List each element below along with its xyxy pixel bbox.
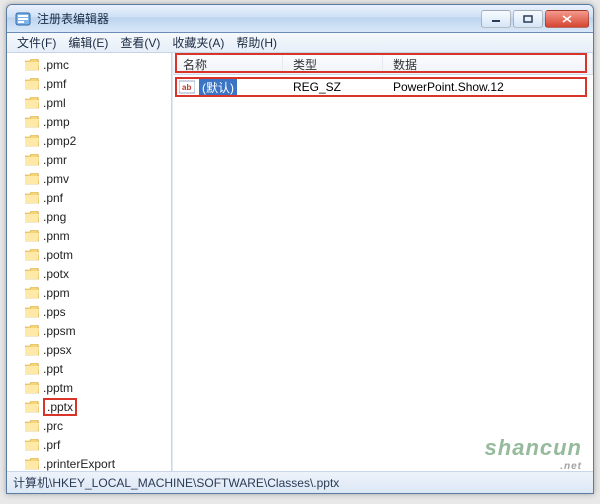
tree-item-pml[interactable]: .pml <box>11 93 171 112</box>
folder-icon <box>25 382 39 394</box>
folder-icon <box>25 287 39 299</box>
folder-icon <box>25 78 39 90</box>
tree-item-pptx[interactable]: .pptx <box>11 397 171 416</box>
folder-icon <box>25 401 39 413</box>
folder-icon <box>25 306 39 318</box>
value-data: PowerPoint.Show.12 <box>383 80 593 94</box>
tree-item-label: .pmv <box>43 172 69 186</box>
col-data[interactable]: 数据 <box>383 53 593 74</box>
tree-item-label: .potm <box>43 248 73 262</box>
folder-icon <box>25 211 39 223</box>
tree-item-pmp[interactable]: .pmp <box>11 112 171 131</box>
tree-item-pmc[interactable]: .pmc <box>11 55 171 74</box>
tree-item-pmr[interactable]: .pmr <box>11 150 171 169</box>
folder-icon <box>25 173 39 185</box>
registry-editor-window: 注册表编辑器 文件(F) 编辑(E) 查看(V) 收藏夹(A) 帮助(H) .p… <box>6 4 594 494</box>
menu-file[interactable]: 文件(F) <box>11 33 62 52</box>
maximize-button[interactable] <box>513 10 543 28</box>
tree-item-prc[interactable]: .prc <box>11 416 171 435</box>
tree-item-label: .printerExport <box>43 457 115 471</box>
folder-icon <box>25 344 39 356</box>
statusbar: 计算机\HKEY_LOCAL_MACHINE\SOFTWARE\Classes\… <box>7 471 593 493</box>
tree-item-label: .pmc <box>43 58 69 72</box>
folder-icon <box>25 154 39 166</box>
folder-icon <box>25 439 39 451</box>
tree-item-pmf[interactable]: .pmf <box>11 74 171 93</box>
tree-item-label: .pmf <box>43 77 66 91</box>
col-type[interactable]: 类型 <box>283 53 383 74</box>
value-type: REG_SZ <box>283 80 383 94</box>
folder-icon <box>25 268 39 280</box>
tree-item-png[interactable]: .png <box>11 207 171 226</box>
tree-item-label: .pnm <box>43 229 70 243</box>
tree-item-label: .pmp2 <box>43 134 76 148</box>
close-button[interactable] <box>545 10 589 28</box>
menu-help[interactable]: 帮助(H) <box>230 33 283 52</box>
folder-icon <box>25 249 39 261</box>
tree-item-label: .ppt <box>43 362 63 376</box>
tree-item-label: .png <box>43 210 66 224</box>
key-tree[interactable]: .pmc .pmf .pml .pmp .pmp2 .pmr .pmv .pnf .png .pn… <box>7 53 172 471</box>
window-title: 注册表编辑器 <box>37 10 481 27</box>
maximize-icon <box>523 15 533 23</box>
tree-item-label: .ppsm <box>43 324 76 338</box>
tree-item-prf[interactable]: .prf <box>11 435 171 454</box>
folder-icon <box>25 363 39 375</box>
tree-item-pps[interactable]: .pps <box>11 302 171 321</box>
tree-item-label: .pptm <box>43 381 73 395</box>
col-name[interactable]: 名称 <box>173 53 283 74</box>
close-icon <box>562 15 572 23</box>
folder-icon <box>25 325 39 337</box>
folder-icon <box>25 97 39 109</box>
tree-item-ppm[interactable]: .ppm <box>11 283 171 302</box>
minimize-button[interactable] <box>481 10 511 28</box>
tree-item-label: .prf <box>43 438 60 452</box>
tree-item-pptm[interactable]: .pptm <box>11 378 171 397</box>
status-path: 计算机\HKEY_LOCAL_MACHINE\SOFTWARE\Classes\… <box>13 474 339 491</box>
menu-favorites[interactable]: 收藏夹(A) <box>166 33 230 52</box>
column-headers: 名称 类型 数据 <box>173 53 593 75</box>
tree-item-printerExport[interactable]: .printerExport <box>11 454 171 471</box>
tree-item-label: .ppm <box>43 286 70 300</box>
tree-item-ppsm[interactable]: .ppsm <box>11 321 171 340</box>
titlebar[interactable]: 注册表编辑器 <box>7 5 593 33</box>
tree-item-label: .potx <box>43 267 69 281</box>
tree-item-label: .pnf <box>43 191 63 205</box>
minimize-icon <box>491 15 501 23</box>
content-area: .pmc .pmf .pml .pmp .pmp2 .pmr .pmv .pnf .png .pn… <box>7 53 593 471</box>
tree-item-label: .pmr <box>43 153 67 167</box>
app-icon <box>15 11 31 27</box>
menu-view[interactable]: 查看(V) <box>114 33 166 52</box>
tree-item-pnm[interactable]: .pnm <box>11 226 171 245</box>
string-value-icon <box>179 80 195 94</box>
tree-item-label: .ppsx <box>43 343 72 357</box>
folder-icon <box>25 116 39 128</box>
folder-icon <box>25 420 39 432</box>
tree-item-pnf[interactable]: .pnf <box>11 188 171 207</box>
folder-icon <box>25 135 39 147</box>
tree-item-label: .pps <box>43 305 66 319</box>
tree-item-label: .pmp <box>43 115 70 129</box>
tree-item-ppsx[interactable]: .ppsx <box>11 340 171 359</box>
tree-item-label: .pptx <box>43 398 77 416</box>
tree-item-potm[interactable]: .potm <box>11 245 171 264</box>
value-list: 名称 类型 数据 (默认) REG_SZPowerPoint.Show.12 <box>172 53 593 471</box>
tree-item-pmp2[interactable]: .pmp2 <box>11 131 171 150</box>
value-name: (默认) <box>199 79 237 96</box>
folder-icon <box>25 230 39 242</box>
folder-icon <box>25 59 39 71</box>
menu-edit[interactable]: 编辑(E) <box>62 33 114 52</box>
tree-item-potx[interactable]: .potx <box>11 264 171 283</box>
folder-icon <box>25 192 39 204</box>
tree-item-pmv[interactable]: .pmv <box>11 169 171 188</box>
tree-item-label: .pml <box>43 96 66 110</box>
tree-item-ppt[interactable]: .ppt <box>11 359 171 378</box>
rows-area[interactable]: (默认) REG_SZPowerPoint.Show.12 <box>173 75 593 97</box>
tree-item-label: .prc <box>43 419 63 433</box>
menubar: 文件(F) 编辑(E) 查看(V) 收藏夹(A) 帮助(H) <box>7 33 593 53</box>
folder-icon <box>25 458 39 470</box>
value-row[interactable]: (默认) REG_SZPowerPoint.Show.12 <box>173 77 593 97</box>
